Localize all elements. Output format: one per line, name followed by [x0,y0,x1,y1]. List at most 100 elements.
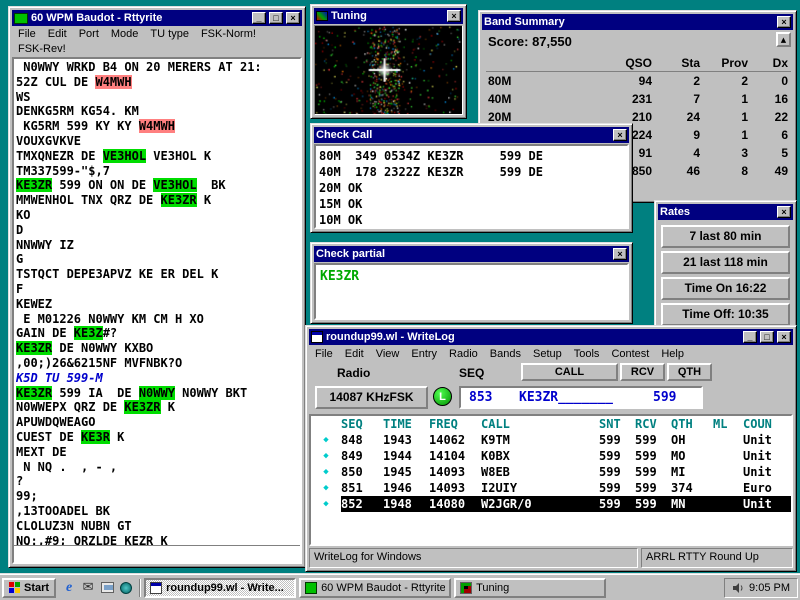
minimize-icon[interactable]: _ [252,12,266,24]
log-cell: Unit [743,464,791,480]
band-summary-titlebar[interactable]: Band Summary × [482,14,793,30]
band-summary-header-row: QSOStaProvDx [486,54,791,72]
show-desktop-icon[interactable] [99,580,115,596]
log-cell: 849 [341,448,383,464]
close-icon[interactable]: × [777,206,791,218]
entry-call-field[interactable]: KE3ZR_______ [519,390,613,405]
menu-edit[interactable]: Edit [339,347,370,361]
menu-setup[interactable]: Setup [527,347,568,361]
menu-fsk-rev[interactable]: FSK-Rev! [12,42,72,56]
log-row[interactable]: ◆848194314062K9TM599599OHUnit [311,432,791,448]
menu-tu-type[interactable]: TU type [144,27,195,41]
menu-edit[interactable]: Edit [42,27,73,41]
close-icon[interactable]: × [447,10,461,22]
outlook-icon[interactable]: ✉ [80,580,96,596]
tuning-display[interactable] [315,26,462,114]
contest-name: ARRL RTTY Round Up [641,548,793,568]
close-icon[interactable]: × [286,12,300,24]
log-row[interactable]: ◆849194414104K0BX599599MOUnit [311,448,791,464]
log-cell: 599 [599,480,635,496]
terminal-line: CLOLUZ3N NUBN GT [16,519,298,534]
menu-contest[interactable]: Contest [605,347,655,361]
taskbar-button-60-wpm-baudot-rttyrite[interactable]: 60 WPM Baudot - Rttyrite [299,578,451,598]
grid-header-rcv: RCV [635,416,671,432]
channels-icon[interactable] [118,580,134,596]
log-row[interactable]: ◆850194514093W8EB599599MIUnit [311,464,791,480]
log-cell: 851 [341,480,383,496]
terminal-line: MMWENHOL TNX QRZ DE KE3ZR K [16,193,298,208]
log-cell: 850 [341,464,383,480]
qso-entry-line[interactable]: 853 KE3ZR_______ 599 [459,386,703,409]
check-partial-match: KE3ZR [320,269,359,284]
rates-titlebar[interactable]: Rates × [658,204,793,220]
terminal-text: KEWEZ [16,297,52,311]
log-row[interactable]: ◆852194814080W2JGR/0599599MNUnit [311,496,791,512]
call-button[interactable]: CALL [521,363,618,381]
menu-help[interactable]: Help [655,347,690,361]
menu-entry[interactable]: Entry [405,347,443,361]
menu-file[interactable]: File [309,347,339,361]
maximize-icon[interactable]: □ [269,12,283,24]
rttyrite-titlebar[interactable]: 60 WPM Baudot - Rttyrite _ □ × [12,10,302,26]
terminal-line: WS [16,90,298,105]
close-icon[interactable]: × [777,16,791,28]
menu-bands[interactable]: Bands [484,347,527,361]
terminal-line: NQ:,#9; QRZLDE KEZR K [16,534,298,546]
log-cell: 599 [635,480,671,496]
band-summary-cell: 2 [652,74,700,88]
menu-tools[interactable]: Tools [568,347,606,361]
band-label: 40M [486,92,536,106]
check-call-titlebar[interactable]: Check Call × [314,127,629,143]
close-icon[interactable]: × [777,331,791,343]
start-button[interactable]: Start [2,578,56,598]
menu-port[interactable]: Port [73,27,105,41]
check-call-body: 80M 349 0534Z KE3ZR 599 DE40M 178 2322Z … [314,144,629,229]
log-cell [713,432,743,448]
entry-rcv-field[interactable]: 599 [653,390,676,405]
internet-explorer-icon[interactable]: e [61,580,77,596]
qso-bullet-icon: ◆ [311,432,341,448]
status-bar: WriteLog for Windows ARRL RTTY Round Up [309,548,793,568]
writelog-window: roundup99.wl - WriteLog _ □ × FileEditVi… [305,325,797,572]
close-icon[interactable]: × [613,248,627,260]
terminal-receive-area[interactable]: N0WWY WRKD B4 ON 20 MERERS AT 21:52Z CUL… [14,59,300,545]
log-cell: W2JGR/0 [481,496,599,512]
log-cell: 599 [635,448,671,464]
menu-view[interactable]: View [370,347,406,361]
menu-mode[interactable]: Mode [105,27,145,41]
menu-radio[interactable]: Radio [443,347,484,361]
qth-button[interactable]: QTH [667,363,712,381]
taskbar-button-tuning[interactable]: Tuning [454,578,606,598]
taskbar-button-roundup99-wl-write[interactable]: roundup99.wl - Write... [144,578,296,598]
link-indicator-button[interactable]: L [433,387,452,406]
status-message: WriteLog for Windows [309,548,638,568]
grid-header-time: TIME [383,416,429,432]
minimize-icon[interactable]: _ [743,331,757,343]
terminal-line: F [16,282,298,297]
tuning-app-icon [316,11,328,21]
tuning-titlebar[interactable]: Tuning × [314,8,463,24]
band-summary-title: Band Summary [484,16,774,28]
writelog-titlebar[interactable]: roundup99.wl - WriteLog _ □ × [309,329,793,345]
highlighted-callsign: VE3HOL [103,149,146,163]
grid-header-spacer [311,416,341,432]
check-partial-window: Check partial × KE3ZR [310,242,633,324]
maximize-icon[interactable]: □ [760,331,774,343]
check-partial-titlebar[interactable]: Check partial × [314,246,629,262]
menu-fsk-norm[interactable]: FSK-Norm! [195,27,262,41]
tuning-window: Tuning × [310,4,467,119]
terminal-transmit-line[interactable]: L BK LURN NBNXO NQ3"-; QRZLDE KE2R K [14,545,300,562]
band-summary-cell: 231 [536,92,652,106]
frequency-display[interactable]: 14087 KHzFSK [315,386,428,409]
entry-seq-field[interactable]: 853 [469,390,492,405]
log-grid-rows: ◆848194314062K9TM599599OHUnit◆8491944141… [311,432,791,512]
log-row[interactable]: ◆851194614093I2UIY599599374Euro [311,480,791,496]
menu-file[interactable]: File [12,27,42,41]
taskbar-button-label: roundup99.wl - Write... [166,582,284,594]
ie-glyph: e [66,581,72,595]
scroll-up-icon[interactable]: ▲ [776,32,791,47]
volume-icon[interactable] [732,582,744,594]
terminal-line: KE3ZR 599 ON ON DE VE3HOL BK [16,178,298,193]
close-icon[interactable]: × [613,129,627,141]
rcv-button[interactable]: RCV [620,363,665,381]
